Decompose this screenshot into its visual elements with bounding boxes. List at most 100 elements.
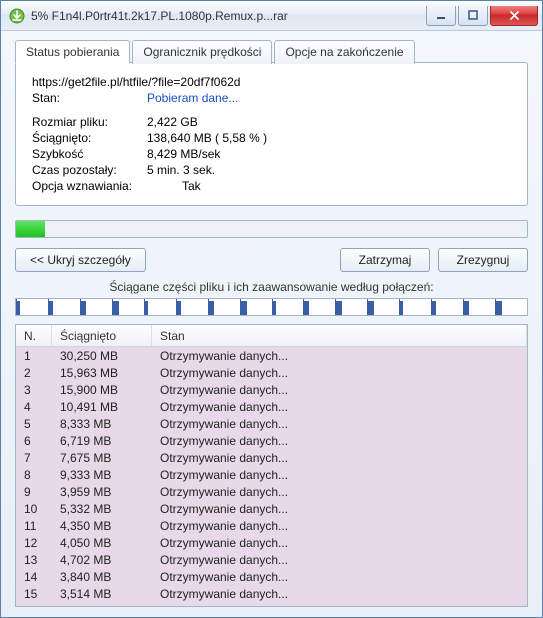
segment-fill — [367, 301, 374, 315]
cell-n: 4 — [16, 400, 52, 414]
table-row[interactable]: 77,675 MBOtrzymywanie danych... — [16, 449, 527, 466]
hide-details-button[interactable]: << Ukryj szczegóły — [15, 248, 146, 272]
titlebar[interactable]: 5% F1n4l.P0rtr41t.2k17.PL.1080p.Remux.p.… — [1, 1, 542, 31]
cell-downloaded: 3,514 MB — [52, 587, 152, 601]
close-button[interactable] — [490, 6, 538, 26]
segment-fill — [16, 301, 20, 315]
cell-downloaded: 8,333 MB — [52, 417, 152, 431]
table-row[interactable]: 143,840 MBOtrzymywanie danych... — [16, 568, 527, 585]
table-row[interactable]: 66,719 MBOtrzymywanie danych... — [16, 432, 527, 449]
table-row[interactable]: 89,333 MBOtrzymywanie danych... — [16, 466, 527, 483]
action-buttons: << Ukryj szczegóły Zatrzymaj Zrezygnuj — [15, 248, 528, 272]
col-downloaded[interactable]: Ściągnięto — [52, 325, 152, 346]
cell-n: 14 — [16, 570, 52, 584]
segment-fill — [80, 301, 86, 315]
tab-status[interactable]: Status pobierania — [15, 40, 130, 64]
cell-state: Otrzymywanie danych... — [152, 451, 527, 465]
cell-state: Otrzymywanie danych... — [152, 519, 527, 533]
cancel-button[interactable]: Zrezygnuj — [438, 248, 528, 272]
segment-fill — [463, 301, 469, 315]
table-header: N. Ściągnięto Stan — [16, 325, 527, 347]
segment-fill — [399, 301, 403, 315]
segment-fill — [208, 301, 214, 315]
cell-downloaded: 4,350 MB — [52, 519, 152, 533]
cell-state: Otrzymywanie danych... — [152, 383, 527, 397]
cell-downloaded: 30,250 MB — [52, 349, 152, 363]
cell-state: Otrzymywanie danych... — [152, 349, 527, 363]
size-label: Rozmiar pliku: — [32, 115, 147, 129]
segment-fill — [112, 301, 119, 315]
cell-state: Otrzymywanie danych... — [152, 604, 527, 607]
table-row[interactable]: 134,702 MBOtrzymywanie danych... — [16, 551, 527, 568]
col-n[interactable]: N. — [16, 325, 52, 346]
cell-state: Otrzymywanie danych... — [152, 502, 527, 516]
table-row[interactable]: 93,959 MBOtrzymywanie danych... — [16, 483, 527, 500]
table-row[interactable]: 124,050 MBOtrzymywanie danych... — [16, 534, 527, 551]
segment-fill — [240, 301, 247, 315]
cell-state: Otrzymywanie danych... — [152, 400, 527, 414]
table-row[interactable]: 315,900 MBOtrzymywanie danych... — [16, 381, 527, 398]
pause-button[interactable]: Zatrzymaj — [340, 248, 430, 272]
table-row[interactable]: 215,963 MBOtrzymywanie danych... — [16, 364, 527, 381]
resume-value: Tak — [182, 179, 201, 193]
tab-on-complete[interactable]: Opcje na zakończenie — [274, 40, 414, 64]
maximize-button[interactable] — [458, 6, 488, 26]
col-state[interactable]: Stan — [152, 325, 527, 346]
resume-label: Opcja wznawiania: — [32, 179, 182, 193]
cell-downloaded: 7,675 MB — [52, 451, 152, 465]
cell-n: 8 — [16, 468, 52, 482]
content-area: Status pobierania Ogranicznik prędkości … — [1, 31, 542, 617]
segment-fill — [495, 301, 502, 315]
cell-n: 13 — [16, 553, 52, 567]
cell-n: 1 — [16, 349, 52, 363]
cell-downloaded: 15,900 MB — [52, 383, 152, 397]
cell-downloaded: 5,332 MB — [52, 502, 152, 516]
size-value: 2,422 GB — [147, 115, 198, 129]
cell-downloaded: 4,050 MB — [52, 536, 152, 550]
table-row[interactable]: 164,651 MBOtrzymywanie danych... — [16, 602, 527, 606]
cell-n: 3 — [16, 383, 52, 397]
table-row[interactable]: 410,491 MBOtrzymywanie danych... — [16, 398, 527, 415]
cell-state: Otrzymywanie danych... — [152, 366, 527, 380]
connections-table: N. Ściągnięto Stan 130,250 MBOtrzymywani… — [15, 324, 528, 607]
cell-n: 2 — [16, 366, 52, 380]
tab-speed-limiter[interactable]: Ogranicznik prędkości — [132, 40, 272, 64]
cell-downloaded: 15,963 MB — [52, 366, 152, 380]
cell-state: Otrzymywanie danych... — [152, 485, 527, 499]
segment-fill — [176, 301, 181, 315]
download-url: https://get2file.pl/htfile/?file=20df7f0… — [32, 75, 511, 89]
table-row[interactable]: 153,514 MBOtrzymywanie danych... — [16, 585, 527, 602]
cell-n: 10 — [16, 502, 52, 516]
table-row[interactable]: 114,350 MBOtrzymywanie danych... — [16, 517, 527, 534]
speed-value: 8,429 MB/sek — [147, 147, 220, 161]
downloaded-value: 138,640 MB ( 5,58 % ) — [147, 131, 267, 145]
segment-fill — [303, 301, 308, 315]
cell-state: Otrzymywanie danych... — [152, 468, 527, 482]
segment-fill — [272, 301, 276, 315]
cell-n: 9 — [16, 485, 52, 499]
cell-downloaded: 6,719 MB — [52, 434, 152, 448]
cell-state: Otrzymywanie danych... — [152, 570, 527, 584]
segment-fill — [335, 301, 341, 315]
timeleft-label: Czas pozostały: — [32, 163, 147, 177]
cell-downloaded: 4,702 MB — [52, 553, 152, 567]
tab-bar: Status pobierania Ogranicznik prędkości … — [15, 39, 528, 63]
cell-state: Otrzymywanie danych... — [152, 434, 527, 448]
segment-fill — [431, 301, 436, 315]
cell-state: Otrzymywanie danych... — [152, 417, 527, 431]
cell-downloaded: 3,959 MB — [52, 485, 152, 499]
table-body[interactable]: 130,250 MBOtrzymywanie danych...215,963 … — [16, 347, 527, 606]
minimize-button[interactable] — [426, 6, 456, 26]
progress-bar — [15, 220, 528, 238]
cell-state: Otrzymywanie danych... — [152, 587, 527, 601]
downloaded-label: Ściągnięto: — [32, 131, 147, 145]
segments-caption: Ściągane części pliku i ich zaawansowani… — [15, 280, 528, 294]
cell-downloaded: 10,491 MB — [52, 400, 152, 414]
table-row[interactable]: 58,333 MBOtrzymywanie danych... — [16, 415, 527, 432]
table-row[interactable]: 105,332 MBOtrzymywanie danych... — [16, 500, 527, 517]
segment-fill — [48, 301, 53, 315]
state-label: Stan: — [32, 91, 147, 105]
table-row[interactable]: 130,250 MBOtrzymywanie danych... — [16, 347, 527, 364]
state-value: Pobieram dane... — [147, 91, 238, 105]
cell-n: 12 — [16, 536, 52, 550]
